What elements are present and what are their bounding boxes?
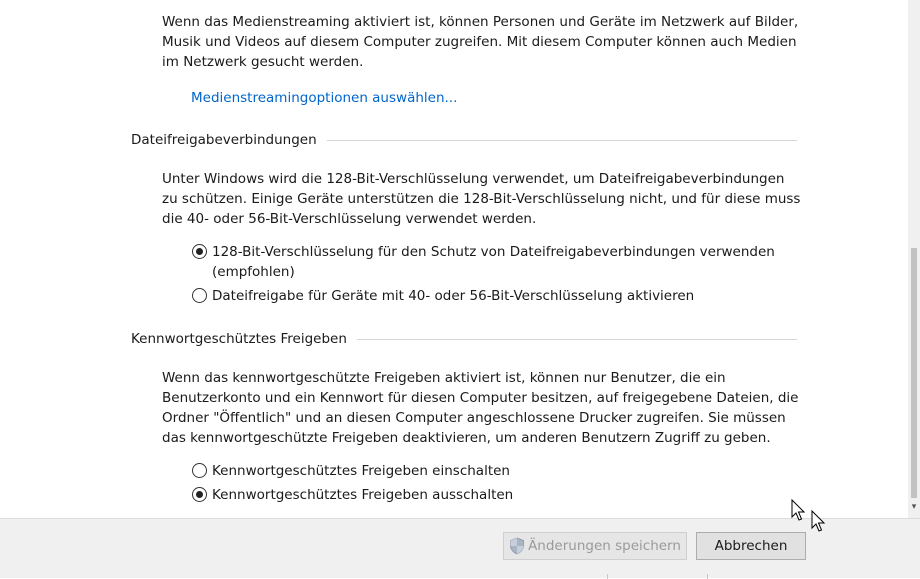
settings-content: Wenn das Medienstreaming aktiviert ist, …	[0, 0, 908, 518]
file-sharing-group-header: Dateifreigabeverbindungen	[131, 130, 797, 150]
radio-button-checked[interactable]	[192, 487, 207, 502]
dialog-footer: Änderungen speichern Abbrechen	[0, 518, 920, 579]
radio-password-off[interactable]: Kennwortgeschütztes Freigeben ausschalte…	[192, 485, 792, 505]
cancel-button[interactable]: Abbrechen	[696, 532, 806, 560]
radio-128-bit[interactable]: 128-Bit-Verschlüsselung für den Schutz v…	[192, 242, 792, 282]
status-separator	[707, 574, 708, 579]
radio-button-checked[interactable]	[192, 244, 207, 259]
file-sharing-title: Dateifreigabeverbindungen	[131, 132, 317, 148]
scrollbar-thumb[interactable]	[911, 248, 917, 498]
radio-40-56-bit[interactable]: Dateifreigabe für Geräte mit 40- oder 56…	[192, 286, 792, 306]
radio-password-on[interactable]: Kennwortgeschütztes Freigeben einschalte…	[192, 461, 792, 481]
radio-password-on-label[interactable]: Kennwortgeschütztes Freigeben einschalte…	[212, 461, 510, 481]
cancel-label: Abbrechen	[714, 538, 788, 554]
password-sharing-group-header: Kennwortgeschütztes Freigeben	[131, 329, 797, 349]
uac-shield-icon	[510, 537, 524, 555]
radio-128-bit-label[interactable]: 128-Bit-Verschlüsselung für den Schutz v…	[212, 242, 792, 282]
mouse-pointer-icon	[791, 499, 806, 521]
vertical-scrollbar[interactable]: ▾	[908, 0, 920, 518]
mouse-pointer-icon	[811, 510, 826, 532]
file-sharing-description: Unter Windows wird die 128-Bit-Verschlüs…	[162, 171, 801, 227]
media-streaming-options-link[interactable]: Medienstreamingoptionen auswählen...	[191, 90, 457, 106]
group-divider	[326, 139, 797, 141]
scroll-down-arrow-icon[interactable]: ▾	[910, 503, 918, 512]
password-sharing-description: Wenn das kennwortgeschützte Freigeben ak…	[162, 370, 799, 446]
radio-password-off-label[interactable]: Kennwortgeschütztes Freigeben ausschalte…	[212, 485, 513, 505]
group-divider	[356, 338, 797, 340]
media-streaming-description: Wenn das Medienstreaming aktiviert ist, …	[162, 14, 799, 70]
radio-button-unchecked[interactable]	[192, 288, 207, 303]
save-changes-label: Änderungen speichern	[528, 538, 681, 554]
save-changes-button[interactable]: Änderungen speichern	[503, 532, 687, 560]
radio-button-unchecked[interactable]	[192, 463, 207, 478]
status-separator	[607, 574, 608, 579]
password-sharing-title: Kennwortgeschütztes Freigeben	[131, 331, 347, 347]
radio-40-56-bit-label[interactable]: Dateifreigabe für Geräte mit 40- oder 56…	[212, 286, 694, 306]
